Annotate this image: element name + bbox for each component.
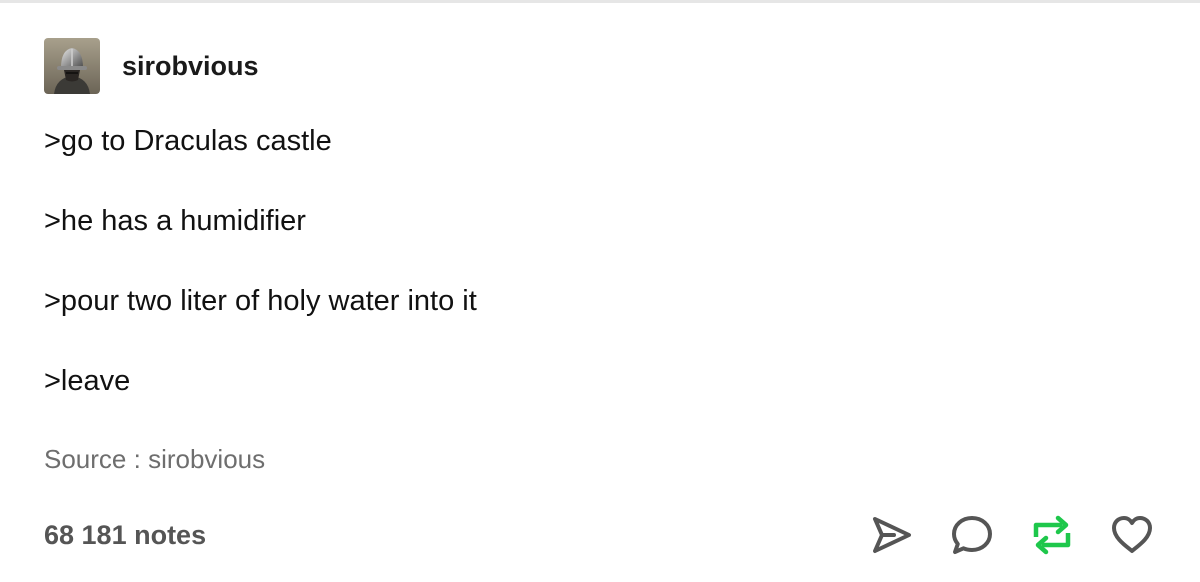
heart-icon (1112, 516, 1152, 553)
post-card: sirobvious >go to Draculas castle >he ha… (0, 3, 1200, 582)
avatar[interactable] (44, 38, 100, 94)
share-button[interactable] (868, 511, 916, 559)
like-button[interactable] (1108, 511, 1156, 559)
post-line: >he has a humidifier (44, 205, 306, 237)
post-line: >go to Draculas castle (44, 125, 332, 157)
knight-helmet-avatar-icon (44, 38, 100, 94)
post-footer: 68 181 notes (44, 507, 1156, 563)
reblog-icon (1033, 515, 1071, 555)
post-username[interactable]: sirobvious (122, 51, 259, 82)
reply-icon (952, 516, 992, 554)
share-icon (873, 517, 911, 553)
post-header: sirobvious (44, 38, 259, 94)
post-line: >pour two liter of holy water into it (44, 285, 477, 317)
post-line: >leave (44, 365, 131, 397)
reblog-button[interactable] (1028, 511, 1076, 559)
reply-button[interactable] (948, 511, 996, 559)
source-link[interactable]: sirobvious (148, 444, 265, 474)
post-source: Source : sirobvious (44, 444, 265, 475)
post-body: >go to Draculas castle >he has a humidif… (44, 121, 477, 441)
post-actions (836, 511, 1156, 559)
source-label: Source : (44, 444, 149, 474)
notes-count[interactable]: 68 181 notes (44, 520, 206, 551)
